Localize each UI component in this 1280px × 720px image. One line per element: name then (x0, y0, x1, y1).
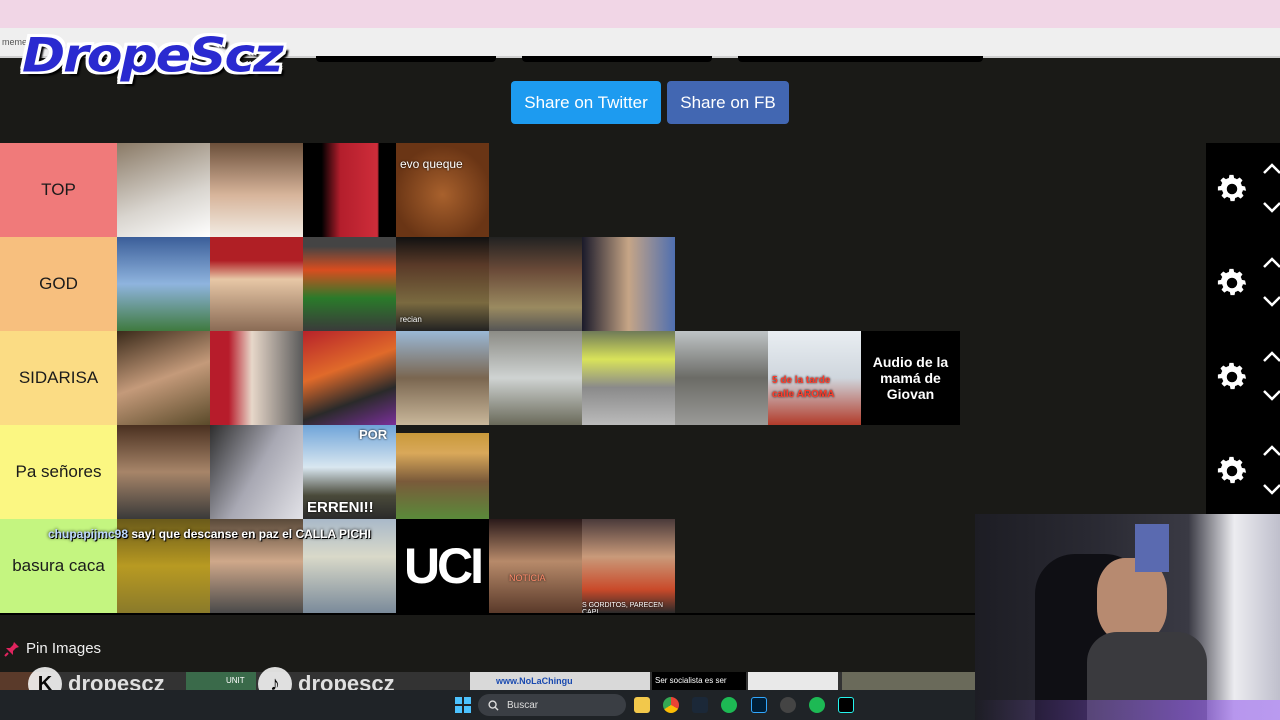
tier-image[interactable] (117, 331, 210, 425)
tier-image[interactable] (303, 237, 396, 331)
tier-row-god: GOD recian (0, 237, 1206, 333)
pool-image[interactable] (842, 672, 975, 690)
tier-items: recian (117, 237, 675, 331)
chevron-down-icon[interactable] (1262, 201, 1280, 213)
tier-image[interactable]: S GORDITOS, PARECEN CAPI (582, 519, 675, 613)
image-caption: ERRENI!! (307, 499, 374, 516)
tier-label[interactable]: GOD (0, 237, 117, 331)
tier-image[interactable] (489, 237, 582, 331)
tier-image[interactable] (489, 331, 582, 425)
wall-poster (1135, 524, 1169, 572)
gear-icon[interactable] (1214, 265, 1250, 301)
tier-image[interactable]: POR ERRENI!! (303, 425, 396, 519)
windows-start-icon[interactable] (455, 697, 471, 713)
tier-image[interactable]: evo queque (396, 143, 489, 237)
tier-controls (1206, 331, 1280, 425)
image-caption: recian (400, 315, 422, 324)
pool-image[interactable] (748, 672, 838, 690)
rgb-light (975, 700, 1280, 720)
tier-controls (1206, 143, 1280, 237)
tiktok-icon[interactable] (838, 697, 854, 713)
tier-image[interactable] (210, 143, 303, 237)
search-icon (488, 699, 499, 711)
tier-row-pa-senores: Pa señores POR ERRENI!! (0, 425, 1206, 521)
tier-image[interactable] (396, 331, 489, 425)
tier-image[interactable] (210, 331, 303, 425)
tier-image[interactable] (303, 331, 396, 425)
pool-image[interactable]: Ser socialista es ser (652, 672, 746, 690)
tier-items: POR ERRENI!! (117, 425, 489, 519)
share-facebook-button[interactable]: Share on FB (667, 81, 789, 124)
pushpin-icon (4, 641, 19, 657)
tier-image[interactable] (396, 425, 489, 519)
spotify-icon[interactable] (809, 697, 825, 713)
pool-image[interactable]: UNIT (186, 672, 256, 690)
chevron-down-icon[interactable] (1262, 295, 1280, 307)
chevron-up-icon[interactable] (1262, 163, 1280, 175)
tier-image[interactable] (210, 425, 303, 519)
pool-caption: www.NoLaChingu (496, 676, 573, 686)
chat-username: chupapijmc98 (48, 527, 129, 541)
nav-stub-1 (316, 56, 496, 62)
obs-icon[interactable] (780, 697, 796, 713)
gear-icon[interactable] (1214, 453, 1250, 489)
tier-label[interactable]: SIDARISA (0, 331, 117, 425)
chevron-up-icon[interactable] (1262, 445, 1280, 457)
pool-caption: UNIT (226, 676, 245, 685)
steam-icon[interactable] (692, 697, 708, 713)
taskbar-search-placeholder: Buscar (507, 699, 539, 711)
tier-items: 5 de la tarde calle AROMA Audio de la ma… (117, 331, 960, 425)
tier-image[interactable] (117, 425, 210, 519)
tier-image[interactable] (117, 143, 210, 237)
tier-label[interactable]: Pa señores (0, 425, 117, 519)
tier-image-text[interactable]: UCI (396, 519, 489, 613)
app-icon[interactable] (721, 697, 737, 713)
chevron-up-icon[interactable] (1262, 257, 1280, 269)
chevron-down-icon[interactable] (1262, 483, 1280, 495)
tier-image-text[interactable]: Audio de la mamá de Giovan (861, 331, 960, 425)
tier-label[interactable]: TOP (0, 143, 117, 237)
share-twitter-button[interactable]: Share on Twitter (511, 81, 661, 124)
tier-image[interactable]: 5 de la tarde calle AROMA (768, 331, 861, 425)
nav-stub-3 (738, 56, 983, 62)
tier-image[interactable] (675, 331, 768, 425)
photoshop-icon[interactable] (751, 697, 767, 713)
streamer-logo: DropeScz (22, 29, 284, 83)
image-caption: NOTICIA (509, 573, 546, 583)
tier-controls (1206, 237, 1280, 331)
chevron-down-icon[interactable] (1262, 389, 1280, 401)
stream-chat-overlay: chupapijmc98 say! que descanse en paz el… (48, 527, 371, 541)
pin-images-toggle[interactable]: Pin Images (4, 640, 101, 657)
windows-taskbar: Buscar (0, 690, 975, 720)
tier-image[interactable] (582, 331, 675, 425)
tier-row-top: TOP evo queque (0, 143, 1206, 239)
pin-images-label: Pin Images (26, 640, 102, 657)
chat-message: say! que descanse en paz el CALLA PICHI (131, 527, 371, 541)
tier-items: evo queque (117, 143, 489, 237)
chrome-icon[interactable] (663, 697, 679, 713)
image-caption: evo queque (400, 157, 463, 171)
tier-image[interactable]: recian (396, 237, 489, 331)
browser-tab-bar (0, 0, 1280, 28)
tier-image[interactable] (582, 237, 675, 331)
gear-icon[interactable] (1214, 171, 1250, 207)
pool-caption: Ser socialista es ser (655, 676, 727, 685)
nav-stub-2 (522, 56, 712, 62)
file-explorer-icon[interactable] (634, 697, 650, 713)
chevron-up-icon[interactable] (1262, 351, 1280, 363)
image-caption: POR (359, 427, 388, 442)
tier-image[interactable] (210, 237, 303, 331)
tier-controls (1206, 425, 1280, 519)
tier-image[interactable]: NOTICIA (489, 519, 582, 613)
image-caption: 5 de la tarde (772, 375, 831, 386)
gear-icon[interactable] (1214, 359, 1250, 395)
tier-image[interactable] (117, 237, 210, 331)
tier-image[interactable] (303, 143, 396, 237)
pool-image[interactable]: www.NoLaChingu (470, 672, 650, 690)
tier-row-sidarisa: SIDARISA 5 de la tarde calle AROMA Audio… (0, 331, 1206, 427)
taskbar-search[interactable]: Buscar (478, 694, 626, 716)
webcam-overlay (975, 514, 1280, 720)
image-caption: S GORDITOS, PARECEN CAPI (582, 602, 664, 613)
image-caption: calle AROMA (772, 389, 835, 400)
